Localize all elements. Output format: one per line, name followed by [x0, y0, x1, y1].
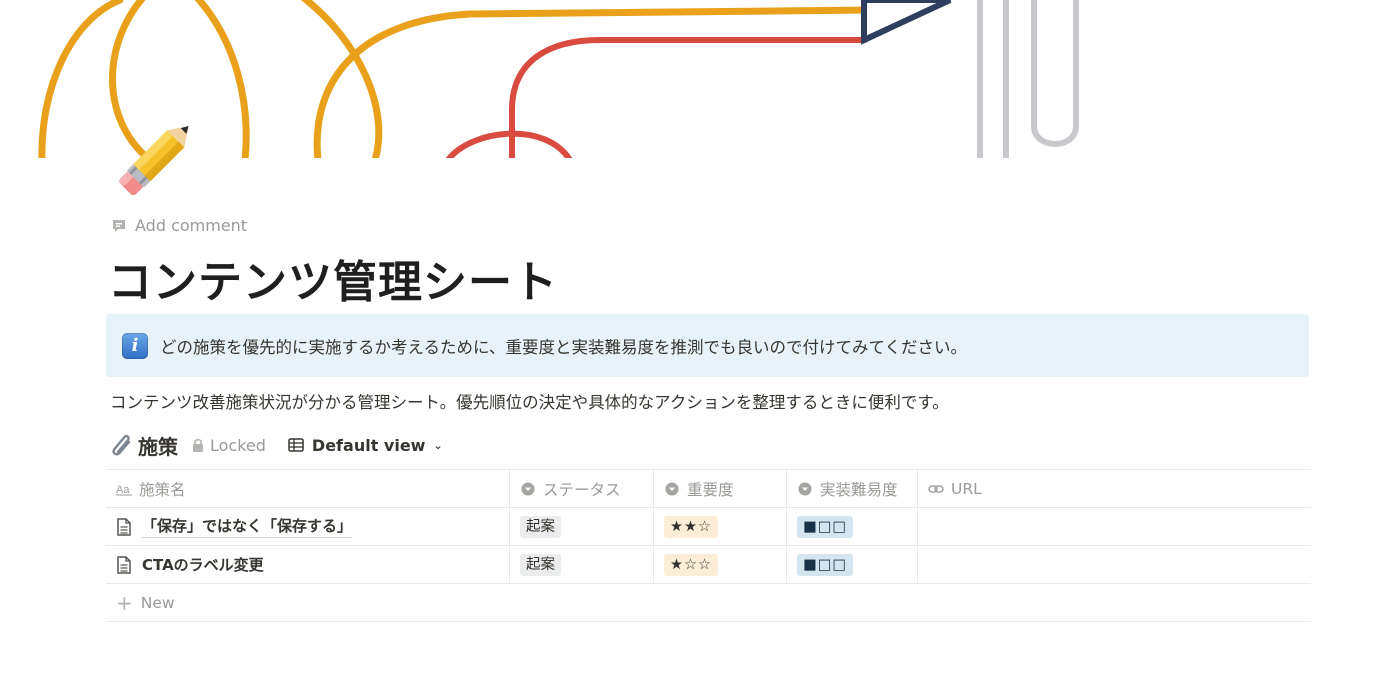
column-header-url[interactable]: URL: [918, 470, 1311, 507]
add-comment-button[interactable]: Add comment: [111, 216, 247, 235]
table-row[interactable]: 「保存」ではなく「保存する」 起案 ★★☆ ■□□: [106, 508, 1311, 546]
column-header-difficulty[interactable]: 実装難易度: [787, 470, 918, 507]
row-title-cell[interactable]: 「保存」ではなく「保存する」: [106, 508, 510, 545]
view-label: Default view: [311, 435, 426, 455]
importance-tag: ★★☆: [664, 515, 718, 538]
new-row-label: New: [140, 593, 175, 612]
importance-cell[interactable]: ★☆☆: [654, 546, 787, 583]
database-title[interactable]: 施策: [110, 431, 178, 460]
table-view-icon: [288, 438, 304, 452]
row-title: 「保存」ではなく「保存する」: [142, 515, 353, 538]
url-cell[interactable]: [918, 546, 1311, 583]
difficulty-cell[interactable]: ■□□: [787, 546, 918, 583]
difficulty-tag: ■□□: [797, 515, 854, 538]
lock-icon: [193, 438, 203, 452]
page-doc-icon: [117, 517, 131, 536]
database-table: Aa 施策名 ステータス 重要度 実装難易度 URL 「保存」ではなく「保存する…: [106, 469, 1311, 622]
chevron-down-icon: ⌄: [433, 438, 443, 452]
comment-icon: [113, 219, 125, 232]
difficulty-cell[interactable]: ■□□: [787, 508, 918, 545]
database-header: 施策 Locked Default view ⌄: [110, 428, 443, 462]
status-cell[interactable]: 起案: [510, 508, 654, 545]
select-property-icon: [664, 481, 680, 497]
callout: i どの施策を優先的に実施するか考えるために、重要度と実装難易度を推測でも良いの…: [106, 314, 1309, 377]
svg-text:Aa: Aa: [116, 484, 130, 496]
text-property-icon: Aa: [116, 481, 132, 497]
column-header-name[interactable]: Aa 施策名: [106, 470, 510, 507]
status-cell[interactable]: 起案: [510, 546, 654, 583]
cover-illustration: [38, 0, 1079, 158]
database-title-text: 施策: [138, 434, 178, 459]
link-property-icon: [928, 481, 944, 497]
paperclip-icon: [112, 434, 131, 456]
column-header-importance[interactable]: 重要度: [654, 470, 787, 507]
select-property-icon: [797, 481, 813, 497]
difficulty-tag: ■□□: [797, 553, 854, 576]
table-header-row: Aa 施策名 ステータス 重要度 実装難易度 URL: [106, 470, 1311, 508]
view-selector[interactable]: Default view ⌄: [288, 436, 443, 455]
info-icon: i: [122, 332, 148, 359]
locked-label: Locked: [210, 435, 266, 455]
pencil-icon[interactable]: [108, 112, 204, 208]
importance-cell[interactable]: ★★☆: [654, 508, 787, 545]
callout-text[interactable]: どの施策を優先的に実施するか考えるために、重要度と実装難易度を推測でも良いので付…: [160, 334, 967, 358]
locked-indicator[interactable]: Locked: [192, 436, 266, 455]
url-cell[interactable]: [918, 508, 1311, 545]
select-property-icon: [520, 481, 536, 497]
row-title: CTAのラベル変更: [142, 556, 264, 574]
page-title[interactable]: コンテンツ管理シート: [108, 246, 558, 310]
table-row[interactable]: CTAのラベル変更 起案 ★☆☆ ■□□: [106, 546, 1311, 584]
page-description[interactable]: コンテンツ改善施策状況が分かる管理シート。優先順位の決定や具体的なアクションを整…: [110, 389, 949, 413]
row-title-cell[interactable]: CTAのラベル変更: [106, 546, 510, 583]
importance-tag: ★☆☆: [664, 553, 718, 576]
cover-image: [0, 0, 1400, 158]
page-doc-icon: [117, 555, 131, 574]
new-row-button[interactable]: + New: [106, 584, 1311, 622]
plus-icon: +: [116, 590, 133, 615]
status-tag: 起案: [520, 553, 561, 576]
add-comment-label: Add comment: [135, 216, 248, 235]
column-header-status[interactable]: ステータス: [510, 470, 654, 507]
status-tag: 起案: [520, 515, 561, 538]
